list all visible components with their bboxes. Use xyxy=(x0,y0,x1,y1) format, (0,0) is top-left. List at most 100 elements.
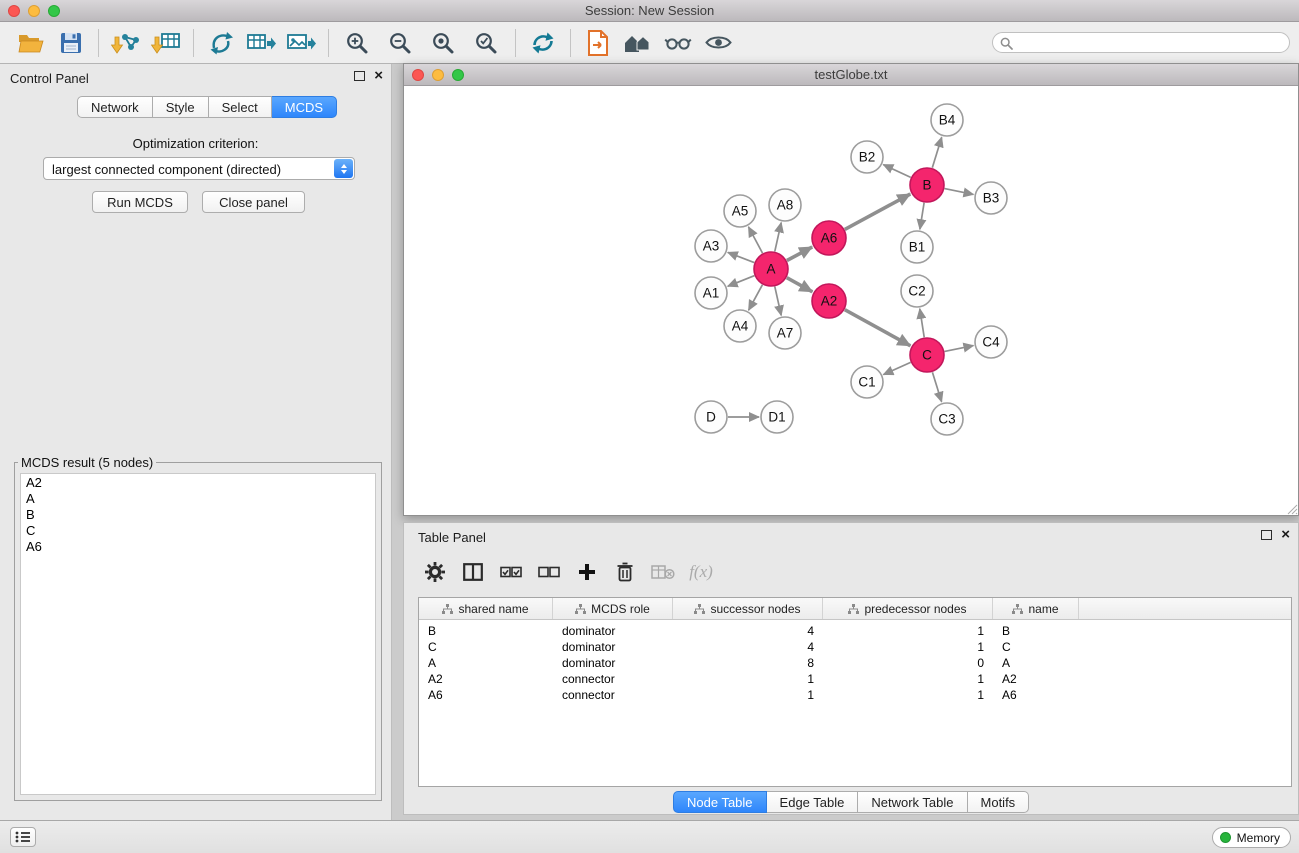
search-input[interactable] xyxy=(1017,34,1285,53)
zoom-in-button[interactable] xyxy=(339,26,375,60)
memory-button[interactable]: Memory xyxy=(1212,827,1291,848)
float-table-panel-icon[interactable] xyxy=(1261,530,1272,540)
table-cell: B xyxy=(419,624,553,638)
table-panel-title: Table Panel xyxy=(418,530,486,545)
graph-edge-B-B1[interactable] xyxy=(920,203,924,229)
tab-edge-table[interactable]: Edge Table xyxy=(767,791,859,813)
close-panel-icon[interactable]: × xyxy=(374,70,383,82)
table-row[interactable]: A6connector11A6 xyxy=(419,687,1291,703)
graph-edge-A-A3[interactable] xyxy=(728,252,754,262)
list-item[interactable]: A xyxy=(21,491,375,507)
show-columns-button[interactable] xyxy=(461,558,485,586)
graph-node-label: C4 xyxy=(982,335,1000,350)
float-panel-icon[interactable] xyxy=(354,71,365,81)
criterion-dropdown[interactable]: largest connected component (directed) xyxy=(43,157,355,180)
toolbar-separator xyxy=(328,29,329,57)
zoom-fit-button[interactable] xyxy=(425,26,461,60)
graph-edge-C-C4[interactable] xyxy=(945,346,974,352)
add-button[interactable] xyxy=(575,558,599,586)
table-cell: C xyxy=(993,640,1079,654)
column-type-icon xyxy=(694,604,705,614)
table-cell: 1 xyxy=(823,688,993,702)
list-item[interactable]: C xyxy=(21,523,375,539)
network-canvas[interactable]: B4B2BB3A5A8A6A3B1AC2A1A2A4A7C4CC1DD1C3 xyxy=(404,86,1298,515)
import-table-button[interactable] xyxy=(149,26,183,60)
save-session-button[interactable] xyxy=(54,26,88,60)
list-item[interactable]: A2 xyxy=(21,475,375,491)
table-cell: 8 xyxy=(673,656,823,670)
graph-edge-B-B3[interactable] xyxy=(945,189,974,195)
refresh-icon xyxy=(530,31,556,55)
toolbar-separator xyxy=(570,29,571,57)
tab-motifs[interactable]: Motifs xyxy=(968,791,1030,813)
tab-network-table[interactable]: Network Table xyxy=(858,791,967,813)
close-panel-button[interactable]: Close panel xyxy=(202,191,305,213)
graphics-details-button[interactable] xyxy=(661,26,695,60)
export-table-button[interactable] xyxy=(244,26,278,60)
table-header-row: shared nameMCDS rolesuccessor nodes prede… xyxy=(419,598,1291,620)
graph-edge-A-A7[interactable] xyxy=(775,287,781,316)
zoom-out-button[interactable] xyxy=(382,26,418,60)
graph-edge-B-B4[interactable] xyxy=(932,137,941,168)
deselect-all-button[interactable] xyxy=(537,558,561,586)
run-mcds-button[interactable]: Run MCDS xyxy=(92,191,188,213)
table-row[interactable]: Adominator80A xyxy=(419,655,1291,671)
column-header[interactable]: name xyxy=(993,598,1079,619)
graph-node-label: C3 xyxy=(938,412,955,427)
graph-edge-A-A5[interactable] xyxy=(749,227,763,253)
table-row[interactable]: Bdominator41B xyxy=(419,623,1291,639)
graph-edge-C-C2[interactable] xyxy=(920,309,924,337)
plus-icon xyxy=(578,563,596,581)
graph-edge-A2-C[interactable] xyxy=(845,310,911,346)
column-type-icon xyxy=(1012,604,1023,614)
tab-node-table[interactable]: Node Table xyxy=(673,791,767,813)
column-header[interactable]: MCDS role xyxy=(553,598,673,619)
column-type-icon xyxy=(575,604,586,614)
zoom-selected-button[interactable] xyxy=(468,26,504,60)
tab-mcds[interactable]: MCDS xyxy=(272,96,337,118)
tab-style[interactable]: Style xyxy=(153,96,209,118)
delete-table-button[interactable] xyxy=(651,558,675,586)
resize-grip-icon[interactable] xyxy=(1284,501,1298,515)
list-item[interactable]: B xyxy=(21,507,375,523)
open-session-button[interactable] xyxy=(14,26,48,60)
criterion-value: largest connected component (directed) xyxy=(52,162,281,177)
refresh-view-button[interactable] xyxy=(526,26,560,60)
graph-edge-A-A4[interactable] xyxy=(749,285,763,310)
graph-edge-A6-B[interactable] xyxy=(845,194,911,229)
column-header-label: predecessor nodes xyxy=(864,602,966,616)
table-cell: B xyxy=(993,624,1079,638)
export-image-button[interactable] xyxy=(284,26,318,60)
list-item[interactable]: A6 xyxy=(21,539,375,555)
export-network-button[interactable] xyxy=(204,26,238,60)
show-hide-button[interactable] xyxy=(701,26,735,60)
column-header[interactable]: successor nodes xyxy=(673,598,823,619)
table-row[interactable]: A2connector11A2 xyxy=(419,671,1291,687)
graph-edge-C-C3[interactable] xyxy=(932,372,941,402)
graph-edge-A-A2[interactable] xyxy=(787,278,813,292)
tab-network[interactable]: Network xyxy=(77,96,153,118)
table-row[interactable]: Cdominator41C xyxy=(419,639,1291,655)
function-builder-button[interactable]: f(x) xyxy=(689,558,713,586)
select-all-button[interactable] xyxy=(499,558,523,586)
graph-edge-A-A8[interactable] xyxy=(775,223,781,252)
delete-button[interactable] xyxy=(613,558,637,586)
graph-edge-C-C1[interactable] xyxy=(883,362,910,374)
close-table-panel-icon[interactable]: × xyxy=(1281,529,1290,541)
home-button[interactable] xyxy=(621,26,655,60)
table-panel: Table Panel × xyxy=(403,522,1299,815)
network-graph[interactable]: B4B2BB3A5A8A6A3B1AC2A1A2A4A7C4CC1DD1C3 xyxy=(404,86,1298,515)
columns-icon xyxy=(463,563,483,581)
graph-edge-A-A6[interactable] xyxy=(787,247,812,261)
tab-select[interactable]: Select xyxy=(209,96,272,118)
graph-edge-A-A1[interactable] xyxy=(728,276,755,287)
table-cell: A xyxy=(419,656,553,670)
graph-edge-B-B2[interactable] xyxy=(883,165,910,178)
column-header[interactable]: shared name xyxy=(419,598,553,619)
import-network-button[interactable] xyxy=(109,26,143,60)
task-history-button[interactable] xyxy=(10,827,36,847)
import-table-icon xyxy=(151,30,181,56)
table-settings-button[interactable] xyxy=(423,558,447,586)
open-document-button[interactable] xyxy=(581,26,615,60)
column-header[interactable]: predecessor nodes xyxy=(823,598,993,619)
